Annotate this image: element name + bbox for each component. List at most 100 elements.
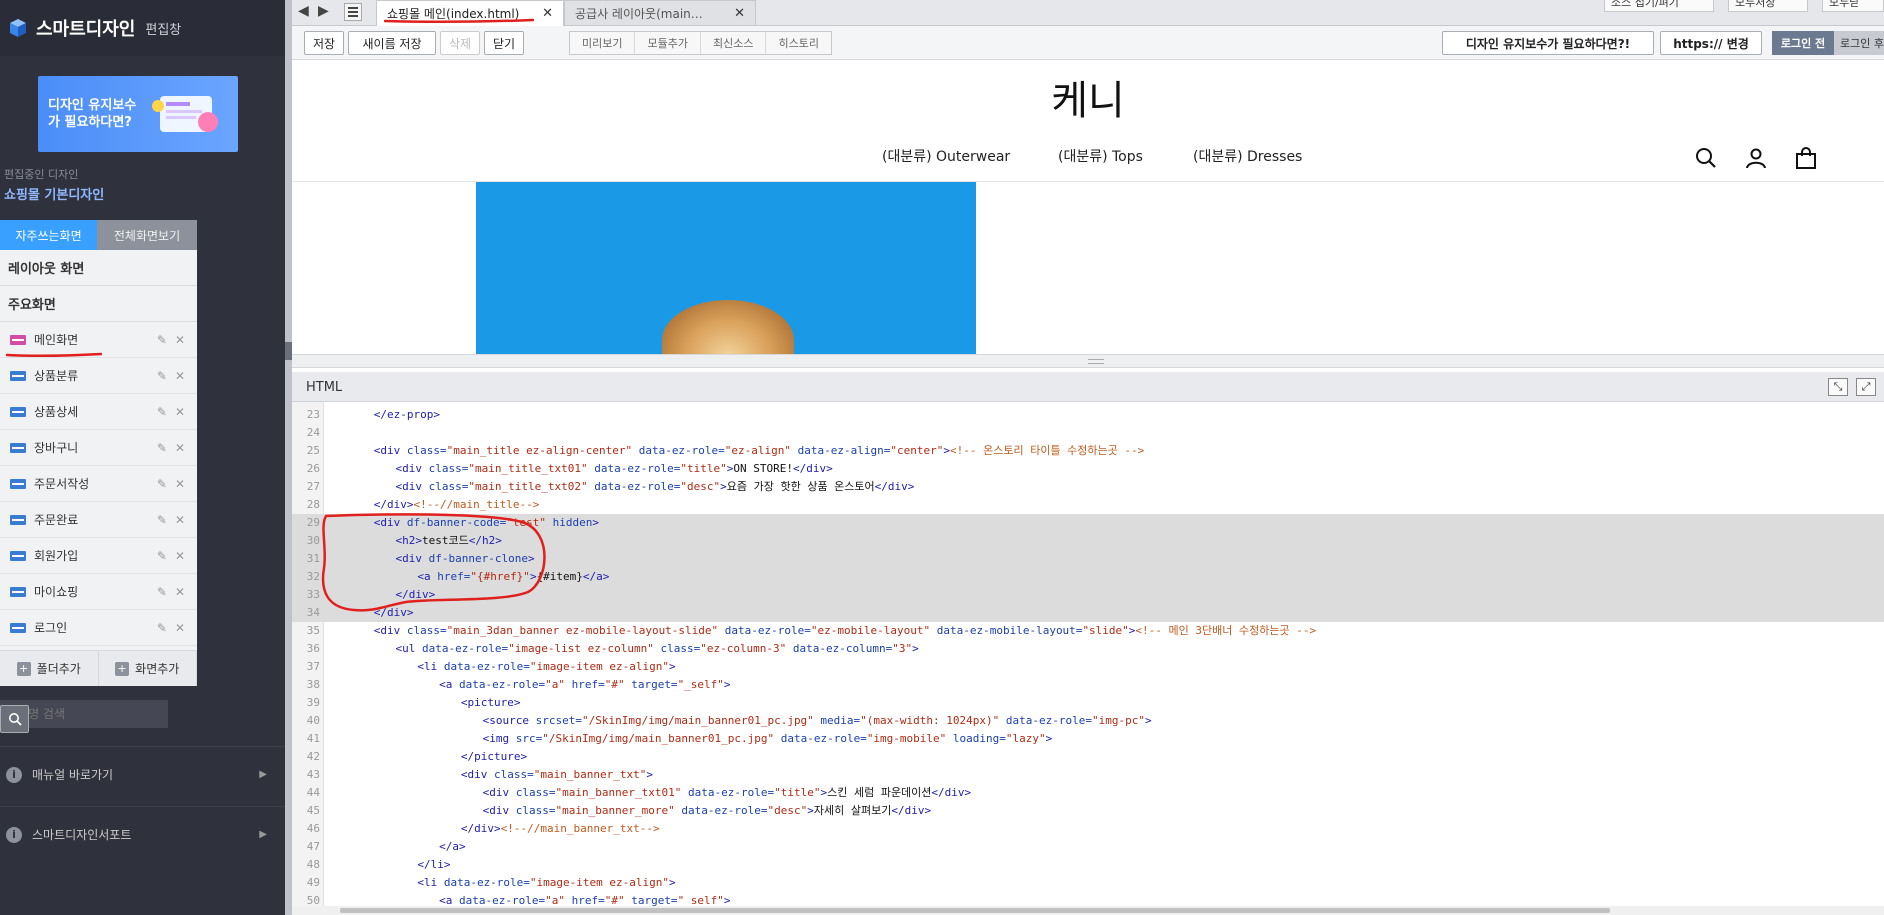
- latest-source-button[interactable]: 최신소스: [701, 32, 767, 54]
- edit-pencil-icon[interactable]: ✎: [157, 513, 167, 527]
- code-line[interactable]: 50 <a data-ez-role="a" href="#" target="_…: [292, 892, 1884, 906]
- search-button[interactable]: [0, 705, 29, 733]
- code-line[interactable]: 37 <li data-ez-role="image-item ez-align"…: [292, 658, 1884, 676]
- sidebar-item-product-detail[interactable]: 상품상세 ✎ ✕: [0, 394, 197, 430]
- preview-code-splitter[interactable]: [292, 354, 1884, 368]
- code-line[interactable]: 45 <div class="main_banner_more" data-ez-…: [292, 802, 1884, 820]
- code-line[interactable]: 38 <a data-ez-role="a" href="#" target="_…: [292, 676, 1884, 694]
- delete-icon[interactable]: ✕: [175, 585, 185, 599]
- add-folder-button[interactable]: + 폴더추가: [0, 651, 99, 686]
- collapse-handle[interactable]: [285, 342, 292, 360]
- section-layout-screens[interactable]: 레이아웃 화면: [0, 250, 197, 286]
- delete-icon[interactable]: ✕: [175, 441, 185, 455]
- code-line[interactable]: 49 <li data-ez-role="image-item ez-align"…: [292, 874, 1884, 892]
- code-line[interactable]: 42 </picture>: [292, 748, 1884, 766]
- code-line[interactable]: 47 </a>: [292, 838, 1884, 856]
- nav-dresses[interactable]: (대분류) Dresses: [1193, 146, 1302, 166]
- code-line[interactable]: 48 </li>: [292, 856, 1884, 874]
- save-all-button[interactable]: 모두저장: [1728, 0, 1808, 12]
- sidebar-item-category[interactable]: 상품분류 ✎ ✕: [0, 358, 197, 394]
- sidebar-item-myshop[interactable]: 마이쇼핑 ✎ ✕: [0, 574, 197, 610]
- close-button[interactable]: 닫기: [484, 31, 524, 55]
- edit-pencil-icon[interactable]: ✎: [157, 333, 167, 347]
- delete-icon[interactable]: ✕: [175, 549, 185, 563]
- support-link[interactable]: i 스마트디자인서포트 ▶: [0, 806, 285, 862]
- code-line[interactable]: 46 </div><!--//main_banner_txt-->: [292, 820, 1884, 838]
- save-as-button[interactable]: 새이름 저장: [348, 31, 436, 55]
- code-line[interactable]: 23 </ez-prop>: [292, 406, 1884, 424]
- horizontal-scrollbar[interactable]: [292, 906, 1884, 915]
- code-line[interactable]: 29 <div df-banner-code="test" hidden>: [292, 514, 1884, 532]
- code-line[interactable]: 32 <a href="{#href}">{#item}</a>: [292, 568, 1884, 586]
- save-button[interactable]: 저장: [304, 31, 344, 55]
- delete-icon[interactable]: ✕: [175, 621, 185, 635]
- edit-pencil-icon[interactable]: ✎: [157, 441, 167, 455]
- edit-pencil-icon[interactable]: ✎: [157, 369, 167, 383]
- history-button[interactable]: 히스토리: [766, 32, 830, 54]
- code-line[interactable]: 28 </div><!--//main_title-->: [292, 496, 1884, 514]
- forward-arrow-icon[interactable]: ▶: [318, 3, 329, 19]
- close-icon[interactable]: ✕: [542, 6, 553, 21]
- delete-icon[interactable]: ✕: [175, 405, 185, 419]
- preview-button[interactable]: 미리보기: [570, 32, 636, 54]
- login-before-toggle[interactable]: 로그인 전: [1772, 31, 1834, 55]
- code-line[interactable]: 27 <div class="main_title_txt02" data-ez-…: [292, 478, 1884, 496]
- tab-shop-main[interactable]: 쇼핑몰 메인(index.html) ✕: [376, 0, 564, 26]
- maintenance-banner[interactable]: 디자인 유지보수가 필요하다면?: [38, 76, 238, 152]
- code-line[interactable]: 31 <div df-banner-clone>: [292, 550, 1884, 568]
- code-line[interactable]: 36 <ul data-ez-role="image-list ez-column…: [292, 640, 1884, 658]
- tab-list-icon[interactable]: [344, 3, 362, 21]
- edit-pencil-icon[interactable]: ✎: [157, 549, 167, 563]
- code-line[interactable]: 24: [292, 424, 1884, 442]
- close-all-button[interactable]: 모두닫: [1822, 0, 1884, 12]
- sidebar-splitter[interactable]: [285, 0, 292, 915]
- login-after-toggle[interactable]: 로그인 후: [1834, 31, 1884, 55]
- sidebar-item-order-form[interactable]: 주문서작성 ✎ ✕: [0, 466, 197, 502]
- nav-tops[interactable]: (대분류) Tops: [1058, 146, 1143, 166]
- edit-pencil-icon[interactable]: ✎: [157, 477, 167, 491]
- tab-supplier-layout[interactable]: 공급사 레이아웃(main… ✕: [564, 0, 756, 26]
- manual-link[interactable]: i 매뉴얼 바로가기 ▶: [0, 746, 285, 802]
- code-line[interactable]: 39 <picture>: [292, 694, 1884, 712]
- search-icon[interactable]: [1694, 146, 1718, 170]
- code-line[interactable]: 40 <source srcset="/SkinImg/img/main_bann…: [292, 712, 1884, 730]
- user-icon[interactable]: [1744, 146, 1768, 170]
- tab-all-screens[interactable]: 전체화면보기: [97, 220, 197, 250]
- code-line[interactable]: 25 <div class="main_title ez-align-center…: [292, 442, 1884, 460]
- shop-logo-text[interactable]: 케니: [292, 68, 1884, 126]
- delete-icon[interactable]: ✕: [175, 477, 185, 491]
- html-code-editor[interactable]: 23 </ez-prop> 24 25 <div class="main_title e…: [292, 402, 1884, 906]
- maintenance-button[interactable]: 디자인 유지보수가 필요하다면?!: [1442, 31, 1654, 55]
- expand-panel-icon[interactable]: ⤢: [1856, 378, 1876, 396]
- code-line[interactable]: 33 </div>: [292, 586, 1884, 604]
- sidebar-item-order-complete[interactable]: 주문완료 ✎ ✕: [0, 502, 197, 538]
- shopping-bag-icon[interactable]: [1794, 146, 1818, 170]
- add-screen-button[interactable]: + 화면추가: [99, 651, 197, 686]
- sidebar-item-join[interactable]: 회원가입 ✎ ✕: [0, 538, 197, 574]
- https-change-button[interactable]: https:// 변경: [1660, 31, 1762, 55]
- sidebar-item-login[interactable]: 로그인 ✎ ✕: [0, 610, 197, 646]
- add-module-button[interactable]: 모듈추가: [635, 32, 701, 54]
- sidebar-item-main[interactable]: 메인화면 ✎ ✕: [0, 322, 197, 358]
- scrollbar-thumb[interactable]: [340, 908, 1610, 913]
- delete-icon[interactable]: ✕: [175, 369, 185, 383]
- section-main-screens[interactable]: 주요화면: [0, 286, 197, 322]
- close-icon[interactable]: ✕: [734, 6, 745, 21]
- fold-source-button[interactable]: 소스 접기/펴기: [1604, 0, 1714, 12]
- code-line[interactable]: 26 <div class="main_title_txt01" data-ez-…: [292, 460, 1884, 478]
- delete-button[interactable]: 삭제: [440, 31, 480, 55]
- code-line[interactable]: 43 <div class="main_banner_txt">: [292, 766, 1884, 784]
- sidebar-item-cart[interactable]: 장바구니 ✎ ✕: [0, 430, 197, 466]
- collapse-panel-icon[interactable]: ⤡: [1828, 378, 1848, 396]
- editing-design-name[interactable]: 쇼핑몰 기본디자인: [4, 184, 104, 203]
- code-line[interactable]: 35 <div class="main_3dan_banner ez-mobile…: [292, 622, 1884, 640]
- edit-pencil-icon[interactable]: ✎: [157, 585, 167, 599]
- edit-pencil-icon[interactable]: ✎: [157, 405, 167, 419]
- code-line[interactable]: 34 </div>: [292, 604, 1884, 622]
- hero-banner-image[interactable]: [476, 182, 976, 354]
- back-arrow-icon[interactable]: ◀: [298, 3, 309, 19]
- code-line[interactable]: 30 <h2>test코드</h2>: [292, 532, 1884, 550]
- edit-pencil-icon[interactable]: ✎: [157, 621, 167, 635]
- delete-icon[interactable]: ✕: [175, 333, 185, 347]
- nav-outerwear[interactable]: (대분류) Outerwear: [882, 146, 1010, 166]
